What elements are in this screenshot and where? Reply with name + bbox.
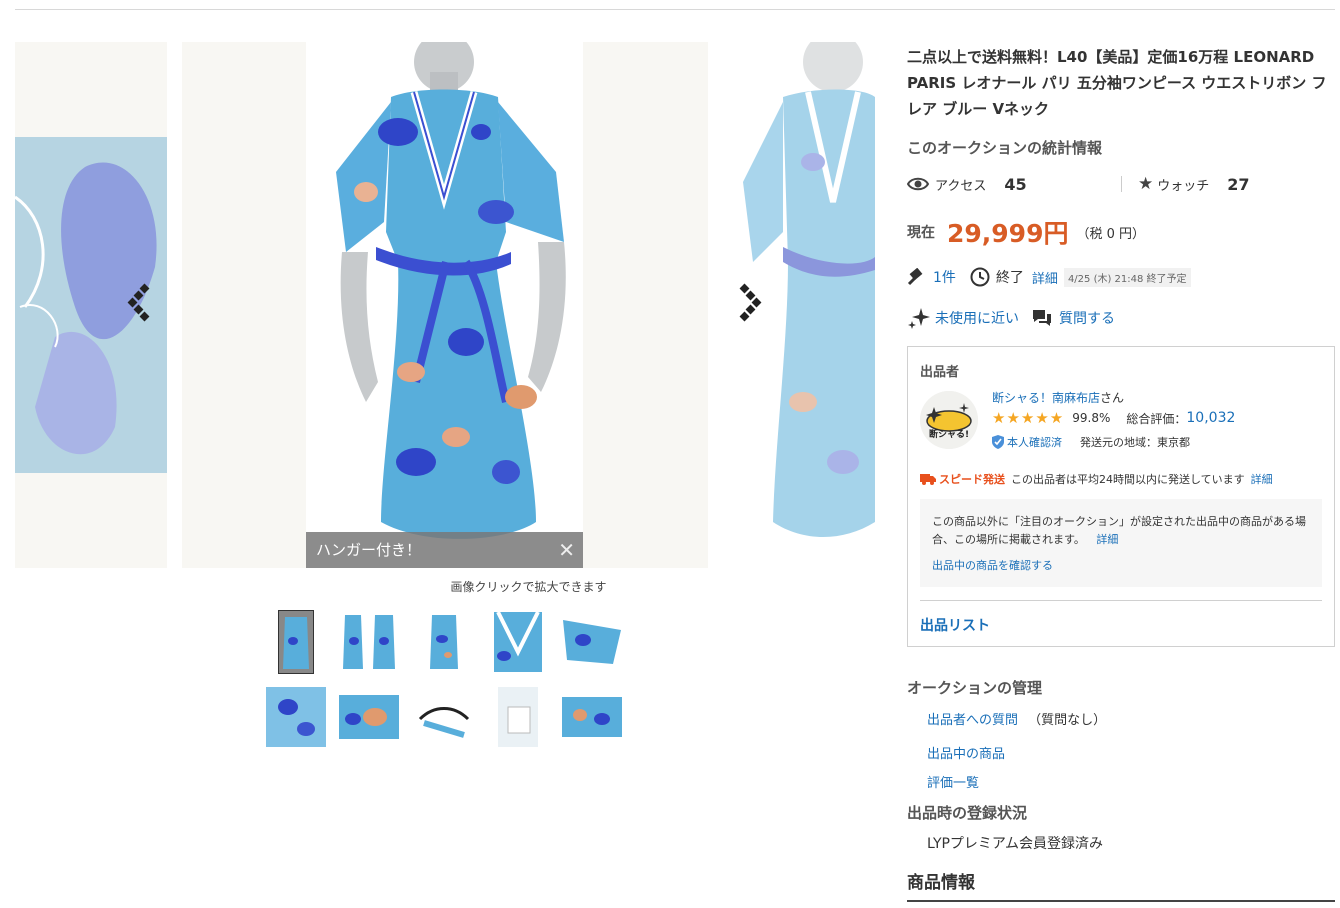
zoom-note: 画像クリックで拡大できます xyxy=(450,580,607,594)
watch-value: 27 xyxy=(1227,174,1250,194)
ship-region: 発送元の地域：東京都 xyxy=(1080,436,1190,449)
stats-divider xyxy=(1121,176,1122,192)
end-label: 終了 xyxy=(995,270,1024,286)
registration-heading: 出品時の登録状況 xyxy=(907,804,1028,822)
truck-icon xyxy=(920,473,936,485)
item-title: 二点以上で送料無料！L40【美品】定価16万程 LEONARD PARIS レオ… xyxy=(907,48,1327,118)
gallery-next-arrow-icon[interactable] xyxy=(737,283,763,323)
watch-label: ウォッチ xyxy=(1157,178,1210,194)
clock-icon xyxy=(970,267,990,287)
total-rating-link[interactable]: 10,032 xyxy=(1186,410,1235,426)
speed-shipping-line: スピード発送 この出品者は平均24時間以内に発送しています 詳細 xyxy=(920,469,1322,489)
featured-note-box: この商品以外に「注目のオークション」が設定された出品中の商品がある場合、この場所… xyxy=(920,499,1322,587)
thumbnail-5[interactable] xyxy=(560,610,624,674)
question-status: （質問なし） xyxy=(1028,713,1107,728)
star-icon: ★ xyxy=(1138,174,1154,194)
image-caption-text: ハンガー付き！ xyxy=(316,541,422,559)
main-dress-image xyxy=(306,42,583,568)
speed-tag-label: スピード発送 xyxy=(939,473,1005,486)
sparkle-icon xyxy=(907,306,931,330)
thumbnail-1[interactable] xyxy=(264,610,328,674)
condition-row: 未使用に近い 質問する xyxy=(907,306,1115,330)
thumbnail-3[interactable] xyxy=(412,610,476,674)
thumbnail-2[interactable] xyxy=(337,610,401,674)
condition-link[interactable]: 未使用に近い xyxy=(935,308,1019,328)
thumbnail-8[interactable] xyxy=(412,685,476,749)
reviews-link[interactable]: 評価一覧 xyxy=(927,772,979,791)
registration-value: LYPプレミアム会員登録済み xyxy=(927,836,1103,852)
total-rating-label: 総合評価： xyxy=(1126,411,1187,426)
gallery-main-slide[interactable] xyxy=(182,42,708,568)
thumbnail-7[interactable] xyxy=(337,685,401,749)
stats-heading: このオークションの統計情報 xyxy=(907,139,1103,157)
image-caption-bar: ハンガー付き！ ✕ xyxy=(306,532,583,568)
seller-list-link[interactable]: 出品リスト xyxy=(920,615,990,635)
end-time-badge: 4/25 (木) 21:48 終了予定 xyxy=(1063,267,1191,287)
seller-divider xyxy=(920,600,1322,601)
price-label: 現在 xyxy=(907,225,935,241)
chat-icon xyxy=(1031,308,1053,328)
end-detail-link[interactable]: 詳細 xyxy=(1032,268,1058,287)
tax-text: （税 0 円） xyxy=(1076,226,1146,242)
shield-check-icon xyxy=(992,435,1004,449)
speed-shipping-tag: スピード発送 xyxy=(920,471,1005,487)
thumbnail-10[interactable] xyxy=(560,685,624,749)
verify-line: 本人確認済 発送元の地域：東京都 xyxy=(992,434,1190,450)
seller-name-suffix: さん xyxy=(1100,391,1125,405)
question-to-seller-link[interactable]: 出品者への質問 xyxy=(927,713,1018,728)
gallery-prev-arrow-icon[interactable] xyxy=(127,283,153,323)
rating-stars-icon: ★★★★★ xyxy=(992,409,1065,427)
verified-label: 本人確認済 xyxy=(1007,436,1062,449)
access-stat: アクセス 45 xyxy=(907,172,1027,196)
ask-question-link[interactable]: 質問する xyxy=(1059,308,1115,328)
bid-row: 1件 終了 詳細 4/25 (木) 21:48 終了予定 xyxy=(907,266,1191,288)
avatar-text: 断シャる! xyxy=(929,428,969,440)
management-question-row: 出品者への質問 （質問なし） xyxy=(927,709,1106,728)
top-divider xyxy=(15,9,1335,10)
access-value: 45 xyxy=(1004,174,1027,194)
thumbnail-4[interactable] xyxy=(486,610,550,674)
seller-name-link[interactable]: 断シャる！南麻布店 xyxy=(992,391,1100,405)
watch-stat: ★ ウォッチ 27 xyxy=(1138,172,1250,196)
current-price: 29,999円 xyxy=(947,219,1069,248)
product-info-heading: 商品情報 xyxy=(907,873,975,893)
seller-box: 出品者 断シャる! 断シャる！南麻布店さん ★★★★★ 99.8% 総合評価： … xyxy=(907,346,1335,647)
speed-text: この出品者は平均24時間以内に発送しています xyxy=(1011,473,1245,486)
thumbnail-9[interactable] xyxy=(486,685,550,749)
rating-percent: 99.8% xyxy=(1072,411,1111,425)
caption-close-icon[interactable]: ✕ xyxy=(558,532,575,568)
access-label: アクセス xyxy=(935,178,987,194)
rating-line: ★★★★★ 99.8% 総合評価： 10,032 xyxy=(992,409,1235,427)
seller-avatar[interactable]: 断シャる! xyxy=(920,391,978,449)
featured-note-text: この商品以外に「注目のオークション」が設定された出品中の商品がある場合、この場所… xyxy=(932,515,1306,546)
seller-name-line: 断シャる！南麻布店さん xyxy=(992,389,1124,406)
thumbnail-6[interactable] xyxy=(264,685,328,749)
featured-note-detail-link[interactable]: 詳細 xyxy=(1096,533,1118,546)
seller-heading: 出品者 xyxy=(920,365,960,380)
speed-detail-link[interactable]: 詳細 xyxy=(1251,471,1273,487)
check-listings-link[interactable]: 出品中の商品を確認する xyxy=(932,557,1310,575)
price-row: 現在 29,999円 （税 0 円） xyxy=(907,214,1145,250)
management-heading: オークションの管理 xyxy=(907,679,1043,697)
seller-items-link[interactable]: 出品中の商品 xyxy=(927,743,1005,762)
product-info-divider xyxy=(907,900,1335,902)
bid-count-link[interactable]: 1件 xyxy=(933,267,956,287)
gavel-icon xyxy=(907,268,927,286)
eye-icon xyxy=(907,176,929,192)
